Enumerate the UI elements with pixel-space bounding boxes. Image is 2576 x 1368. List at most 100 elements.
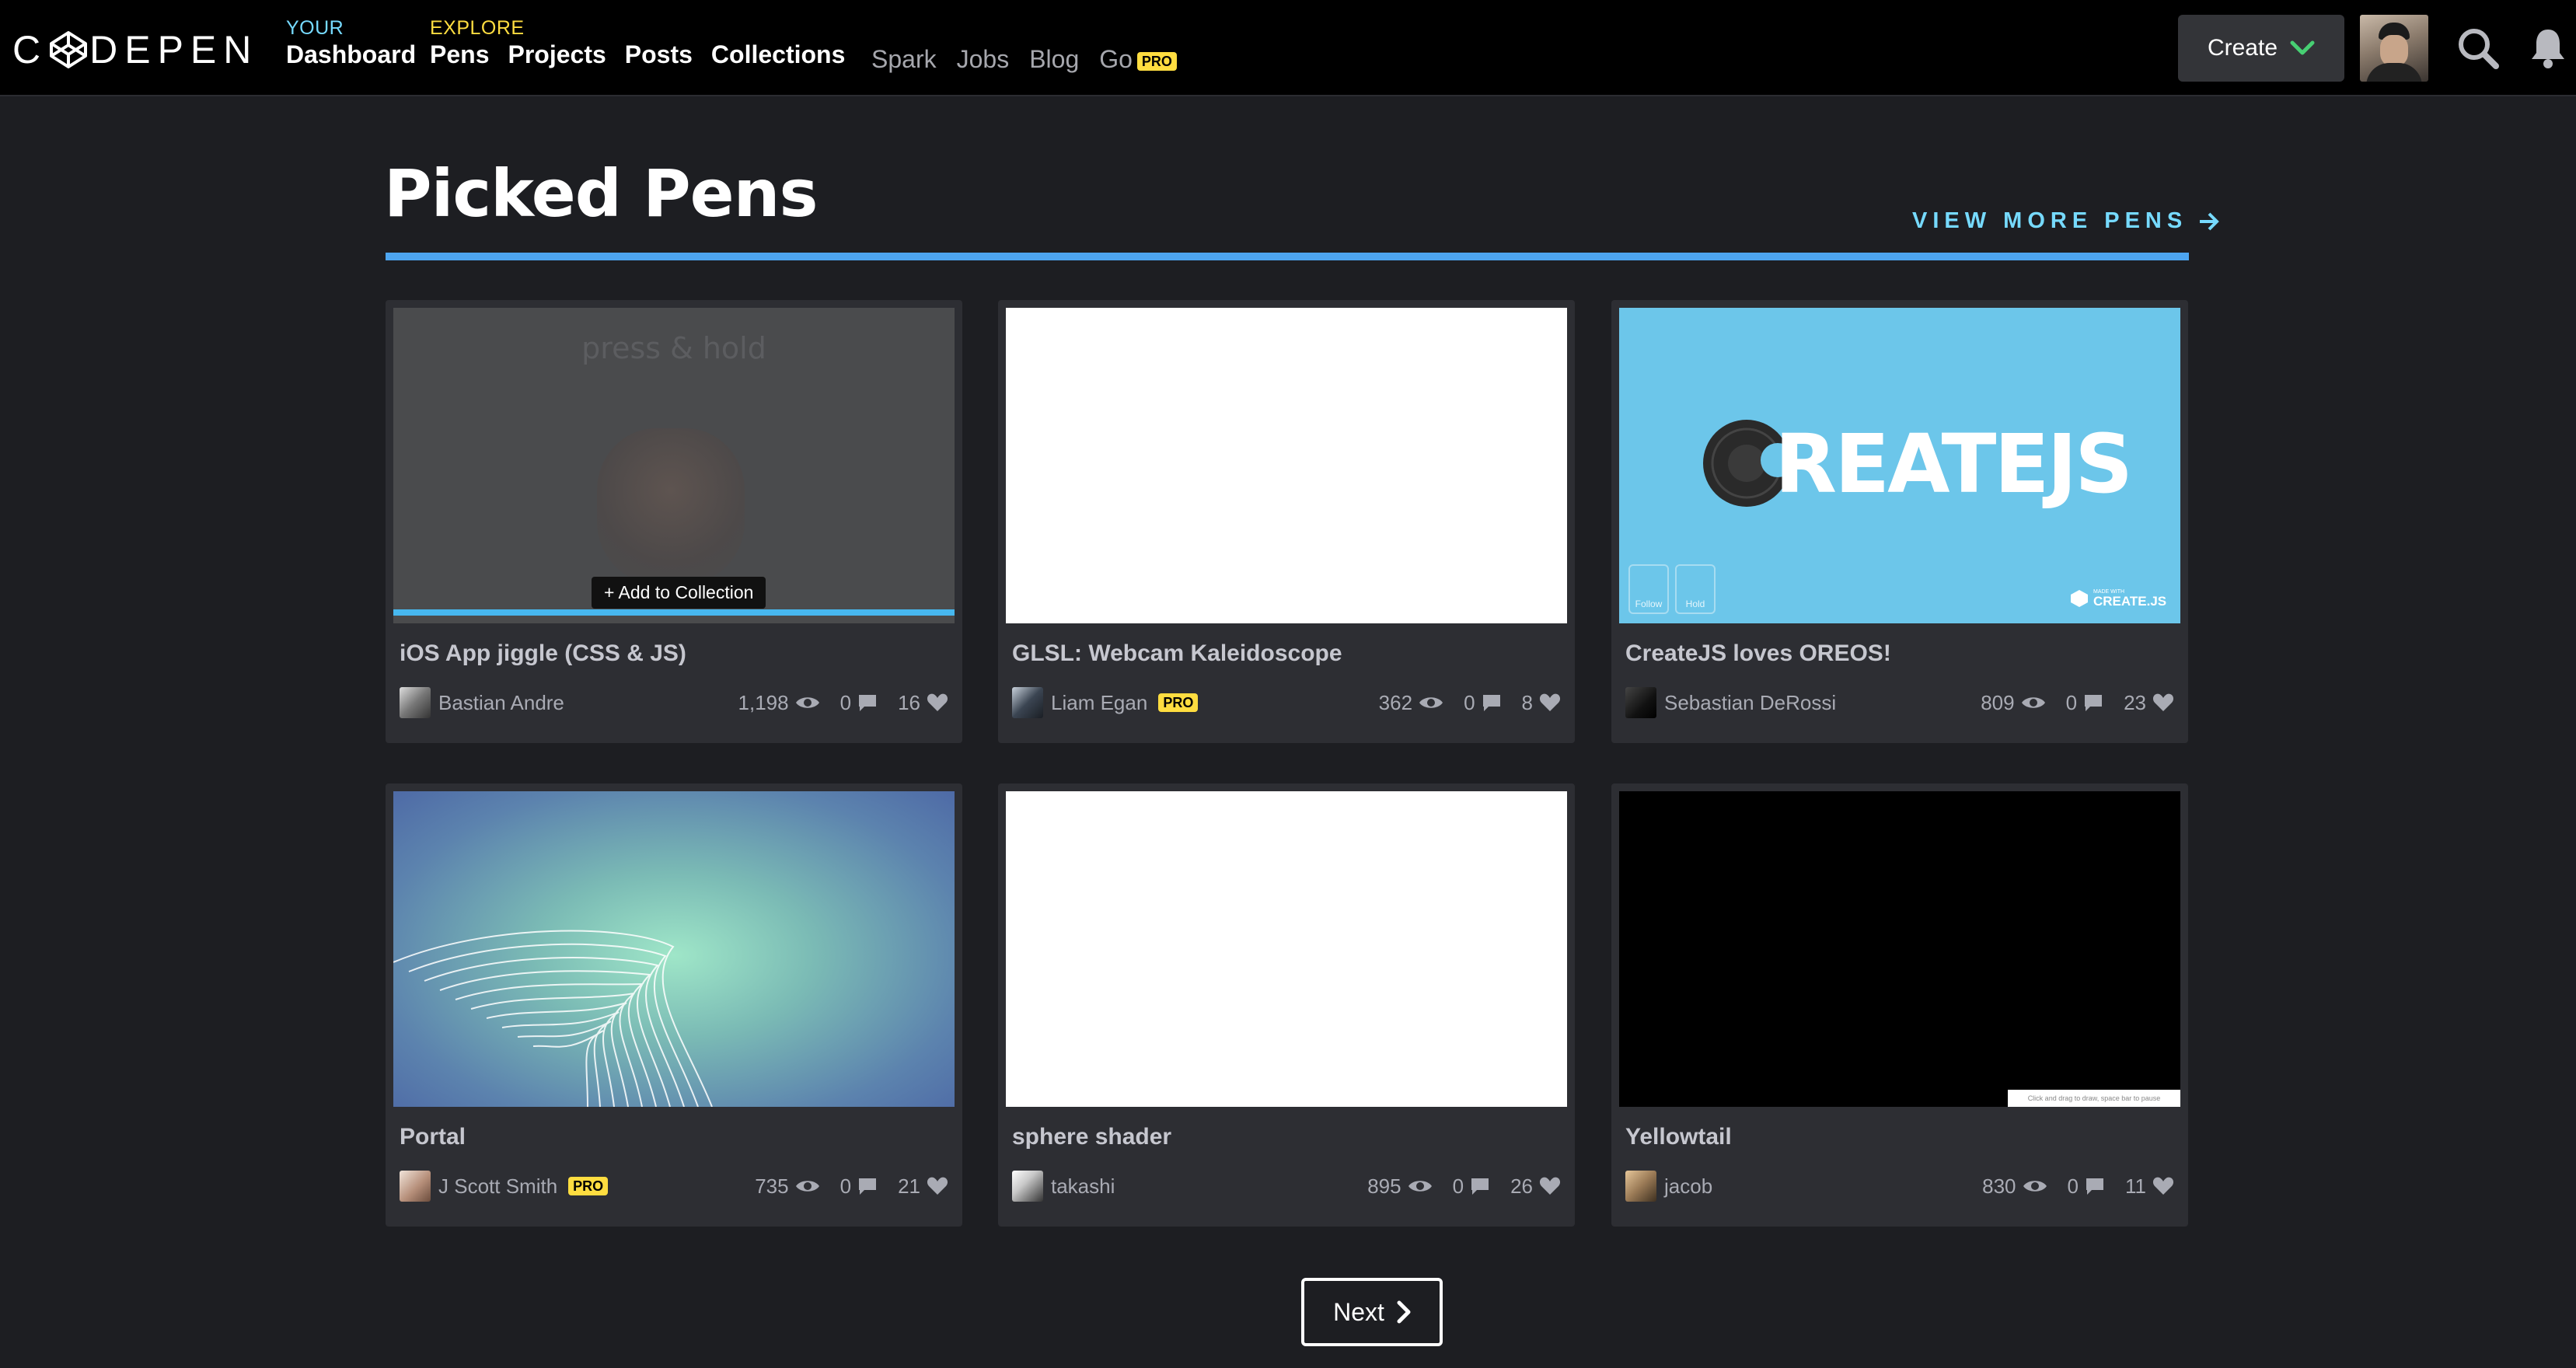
- view-more-label: VIEW MORE PENS: [1912, 208, 2188, 233]
- nav-spark[interactable]: Spark: [871, 45, 937, 74]
- pen-card[interactable]: Click and drag to draw, space bar to pau…: [1611, 783, 2188, 1227]
- nav-projects[interactable]: Projects: [508, 40, 606, 69]
- pen-meta: jacob 830 0 11: [1625, 1169, 2174, 1203]
- comment-icon: [1482, 695, 1500, 711]
- author-name[interactable]: takashi: [1051, 1174, 1115, 1199]
- pen-thumbnail[interactable]: [1006, 308, 1567, 623]
- author-avatar[interactable]: [1012, 687, 1043, 718]
- views-stat: 1,198: [738, 691, 820, 715]
- comments-stat[interactable]: 0: [1453, 1174, 1490, 1199]
- eye-icon: [1408, 1181, 1432, 1192]
- pen-stats: 830 0 11: [1982, 1174, 2174, 1199]
- heart-icon: [1539, 693, 1561, 711]
- likes-stat[interactable]: 21: [898, 1174, 948, 1199]
- likes-stat[interactable]: 8: [1522, 691, 1561, 715]
- pen-meta: takashi 895 0 26: [1012, 1169, 1561, 1203]
- create-button[interactable]: Create: [2178, 15, 2344, 82]
- pro-badge: PRO: [1136, 51, 1177, 71]
- views-count: 362: [1378, 690, 1413, 714]
- pen-thumbnail[interactable]: REATEJS Follow Hold MADE WITH CREATE.JS: [1619, 308, 2180, 623]
- pen-thumbnail[interactable]: [1006, 791, 1567, 1107]
- user-avatar[interactable]: [2360, 15, 2428, 82]
- follow-hint: Follow: [1628, 564, 1669, 614]
- nav-blog[interactable]: Blog: [1029, 45, 1079, 74]
- comments-count: 0: [1464, 690, 1475, 714]
- arrow-right-icon: [2200, 212, 2220, 230]
- chevron-right-icon: [1397, 1300, 1411, 1324]
- likes-stat[interactable]: 23: [2124, 691, 2174, 715]
- heart-icon: [1539, 1177, 1561, 1195]
- pen-title[interactable]: Portal: [400, 1124, 466, 1150]
- views-count: 895: [1367, 1174, 1401, 1198]
- page-title: Picked Pens: [384, 155, 818, 232]
- author-name[interactable]: Liam Egan: [1051, 691, 1147, 715]
- likes-count: 21: [898, 1174, 920, 1198]
- views-count: 830: [1982, 1174, 2016, 1198]
- pen-card[interactable]: GLSL: Webcam Kaleidoscope Liam Egan PRO …: [998, 300, 1575, 743]
- author-name[interactable]: jacob: [1664, 1174, 1712, 1199]
- eye-icon: [795, 1181, 819, 1192]
- comments-stat[interactable]: 0: [2068, 1174, 2105, 1199]
- comments-stat[interactable]: 0: [840, 691, 878, 715]
- author-name[interactable]: Bastian Andre: [438, 691, 564, 715]
- pen-thumbnail[interactable]: Click and drag to draw, space bar to pau…: [1619, 791, 2180, 1107]
- pen-thumbnail[interactable]: press & hold + Add to Collection: [393, 308, 955, 623]
- nav-go[interactable]: Go PRO: [1099, 45, 1177, 74]
- author-name[interactable]: Sebastian DeRossi: [1664, 691, 1836, 715]
- pen-title[interactable]: iOS App jiggle (CSS & JS): [400, 640, 686, 667]
- next-page-button[interactable]: Next: [1301, 1278, 1443, 1346]
- views-stat: 362: [1379, 691, 1443, 715]
- likes-count: 23: [2124, 690, 2146, 714]
- made-with-text: MADE WITH CREATE.JS: [2093, 589, 2166, 608]
- nav-pens[interactable]: Pens: [430, 40, 489, 69]
- comments-stat[interactable]: 0: [2066, 691, 2103, 715]
- search-button[interactable]: [2456, 26, 2500, 74]
- heart-icon: [2152, 1177, 2174, 1195]
- pen-title[interactable]: Yellowtail: [1625, 1124, 1732, 1150]
- pen-title[interactable]: sphere shader: [1012, 1124, 1171, 1150]
- nav-collections[interactable]: Collections: [711, 40, 845, 69]
- author-avatar[interactable]: [1012, 1171, 1043, 1202]
- author-avatar[interactable]: [1625, 1171, 1656, 1202]
- nav-jobs[interactable]: Jobs: [957, 45, 1010, 74]
- pen-meta: Bastian Andre 1,198 0 16: [400, 686, 948, 720]
- pen-title[interactable]: CreateJS loves OREOS!: [1625, 640, 1891, 667]
- pen-thumbnail[interactable]: [393, 791, 955, 1107]
- pen-card[interactable]: Portal J Scott Smith PRO 735 0 21: [386, 783, 962, 1227]
- author-avatar[interactable]: [1625, 687, 1656, 718]
- pen-card[interactable]: REATEJS Follow Hold MADE WITH CREATE.JS …: [1611, 300, 2188, 743]
- author-avatar[interactable]: [400, 1171, 431, 1202]
- author-avatar[interactable]: [400, 687, 431, 718]
- comments-stat[interactable]: 0: [1464, 691, 1501, 715]
- comments-count: 0: [839, 690, 852, 714]
- likes-stat[interactable]: 11: [2125, 1174, 2174, 1199]
- pen-card[interactable]: press & hold + Add to Collection iOS App…: [386, 300, 962, 743]
- eye-icon: [795, 697, 819, 708]
- add-to-collection-button[interactable]: + Add to Collection: [592, 577, 766, 609]
- nav-dashboard[interactable]: Dashboard: [286, 40, 416, 69]
- pen-stats: 1,198 0 16: [738, 691, 948, 715]
- createjs-cube-icon: [2071, 590, 2088, 607]
- heart-icon: [927, 1177, 948, 1195]
- views-count: 735: [755, 1174, 789, 1198]
- eye-icon: [1419, 697, 1443, 708]
- view-more-pens-link[interactable]: VIEW MORE PENS: [1912, 208, 2220, 234]
- logo-text-depen: DEPEN: [89, 28, 259, 72]
- views-stat: 830: [1982, 1174, 2047, 1199]
- thumbnail-text: press & hold: [581, 331, 766, 365]
- pen-card[interactable]: sphere shader takashi 895 0 26: [998, 783, 1575, 1227]
- thumbnail-photo: [597, 428, 745, 584]
- codepen-logo[interactable]: C DEPEN: [12, 26, 258, 73]
- views-stat: 895: [1367, 1174, 1432, 1199]
- pen-title[interactable]: GLSL: Webcam Kaleidoscope: [1012, 640, 1342, 667]
- nav-posts[interactable]: Posts: [625, 40, 693, 69]
- likes-stat[interactable]: 26: [1510, 1174, 1561, 1199]
- comments-count: 0: [2065, 690, 2078, 714]
- likes-stat[interactable]: 16: [898, 691, 948, 715]
- comment-icon: [2086, 1178, 2103, 1195]
- nav-go-label: Go: [1099, 45, 1133, 73]
- comments-stat[interactable]: 0: [840, 1174, 878, 1199]
- notifications-button[interactable]: [2529, 26, 2567, 74]
- your-label: YOUR: [286, 17, 344, 39]
- author-name[interactable]: J Scott Smith: [438, 1174, 557, 1199]
